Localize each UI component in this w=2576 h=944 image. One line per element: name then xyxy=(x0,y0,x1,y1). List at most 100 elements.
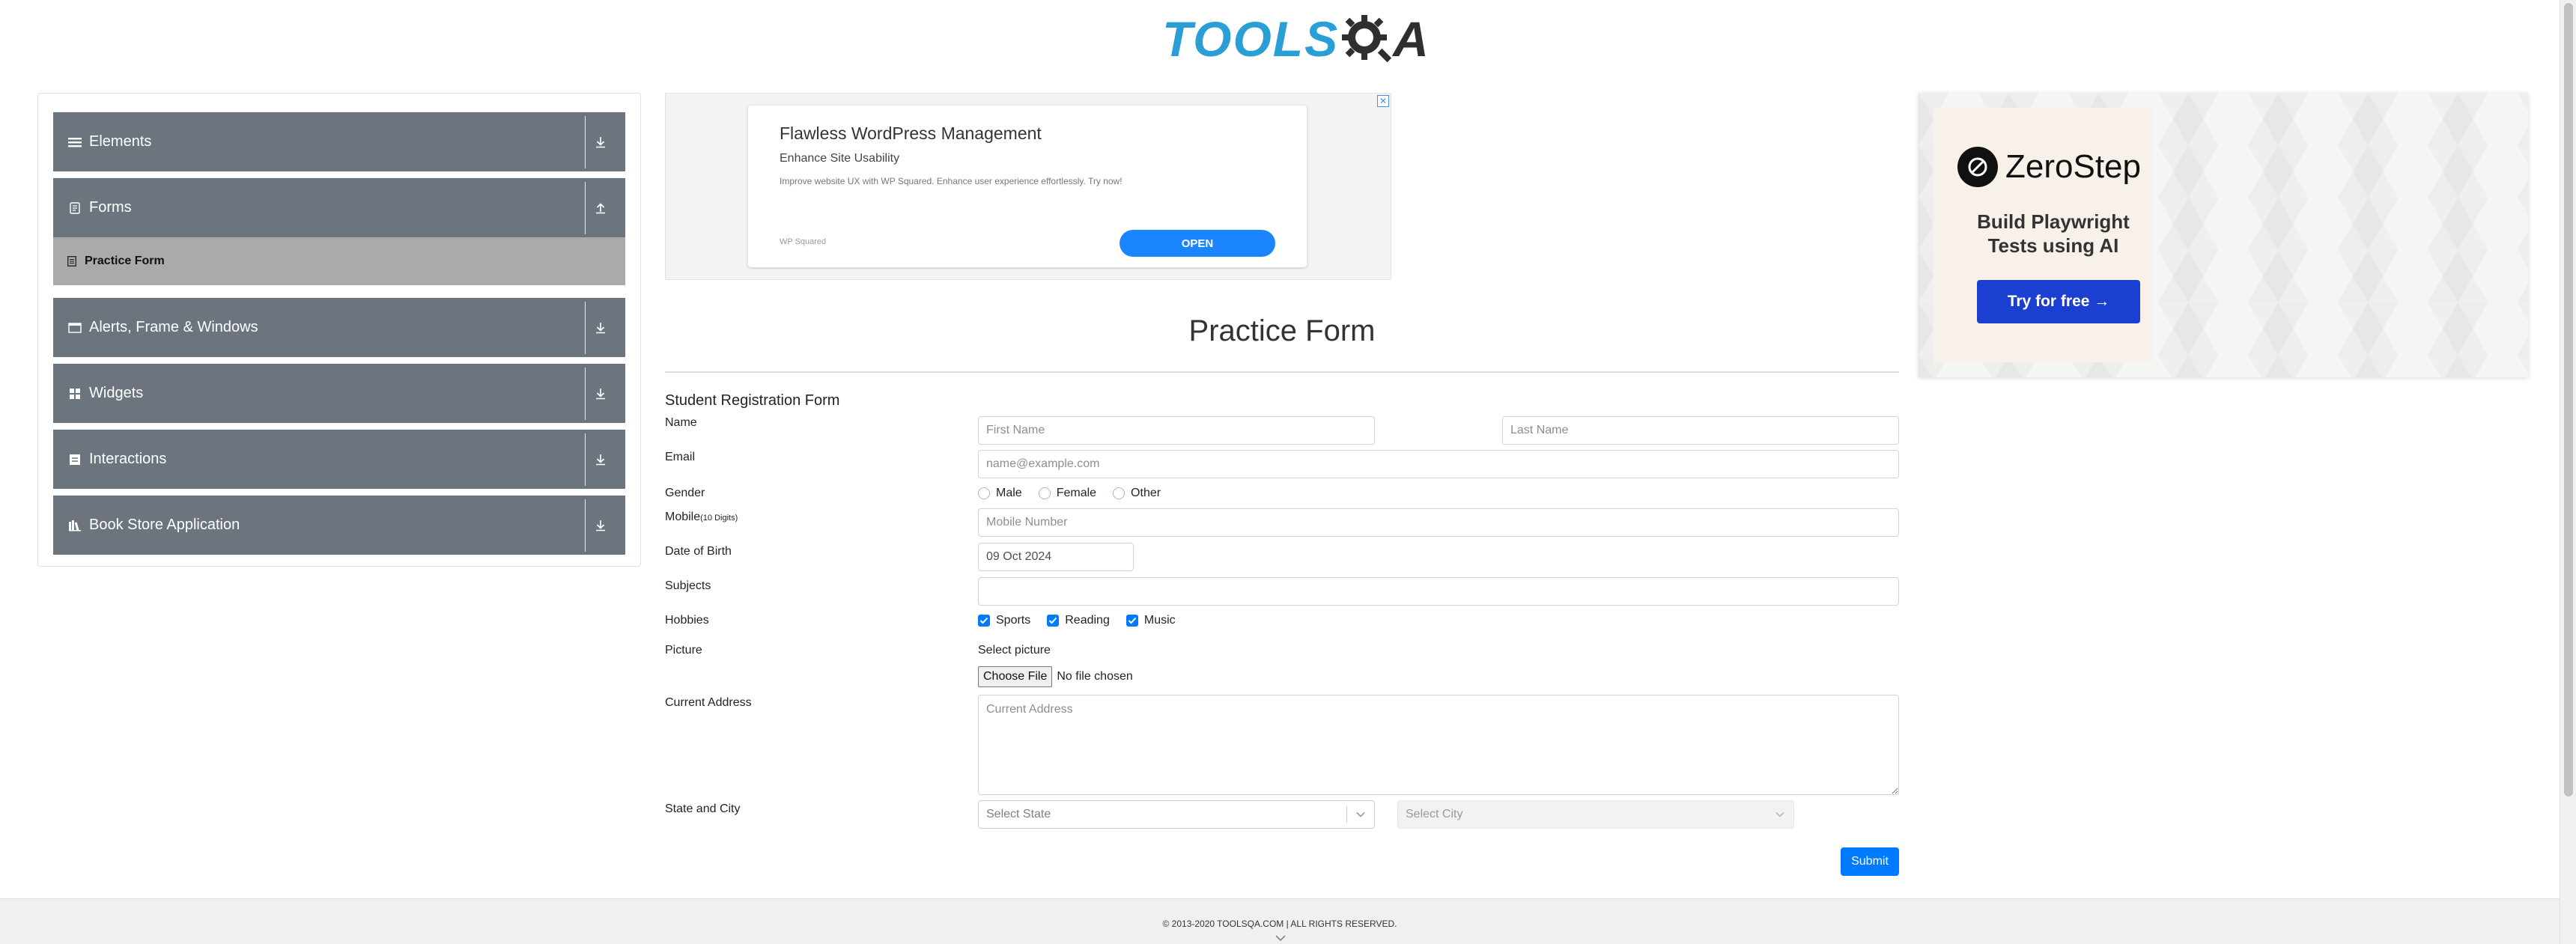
books-icon xyxy=(65,516,85,535)
hobby-checkbox-music[interactable]: Music xyxy=(1126,614,1176,627)
last-name-input[interactable] xyxy=(1502,416,1899,445)
hamburger-icon xyxy=(65,133,85,152)
sidebar-group-forms[interactable]: Forms xyxy=(53,177,625,237)
current-address-textarea[interactable] xyxy=(978,695,1899,795)
footer: © 2013-2020 TOOLSQA.COM | ALL RIGHTS RES… xyxy=(0,898,2560,944)
hobby-checkbox-sports[interactable]: Sports xyxy=(978,614,1030,627)
logo-a-text: A xyxy=(1393,11,1430,67)
list-icon xyxy=(65,255,79,268)
download-arrow-icon[interactable] xyxy=(585,433,615,486)
checkbox-checked[interactable] xyxy=(978,615,990,627)
state-select-placeholder: Select State xyxy=(986,808,1051,820)
gender-radio-other[interactable]: Other xyxy=(1113,487,1161,500)
checkbox-checked[interactable] xyxy=(1047,615,1060,627)
subjects-input[interactable] xyxy=(978,577,1899,606)
radio-label: Male xyxy=(996,487,1022,499)
gender-radio-female[interactable]: Female xyxy=(1038,487,1097,500)
ad-description: Improve website UX with WP Squared. Enha… xyxy=(780,176,1123,186)
title-divider xyxy=(665,371,1899,373)
sidebar-group-alerts-frame-windows[interactable]: Alerts, Frame & Windows xyxy=(53,297,625,357)
download-arrow-icon[interactable] xyxy=(585,301,615,354)
sidebar-group-label: Book Store Application xyxy=(89,517,240,533)
ad-open-button[interactable]: OPEN xyxy=(1120,230,1275,257)
page: TOOLS A Elements Forms Practice Form Ale… xyxy=(0,0,2576,944)
mobile-label: Mobile(10 Digits) xyxy=(665,511,738,524)
current-address-label: Current Address xyxy=(665,696,752,709)
page-title: Practice Form xyxy=(1188,314,1376,347)
center-advertisement[interactable]: ✕ Flawless WordPress Management Enhance … xyxy=(665,93,1391,280)
checkbox-label: Reading xyxy=(1065,614,1110,627)
hobbies-checkbox-group: Sports Reading Music xyxy=(978,614,1192,627)
ad-brand: WP Squared xyxy=(780,237,827,246)
chevron-down-icon[interactable] xyxy=(1767,811,1793,818)
zerostep-logo-icon xyxy=(1957,147,1998,187)
radio-circle[interactable] xyxy=(978,487,990,499)
sidebar-item-practice-form[interactable]: Practice Form xyxy=(53,237,625,285)
gender-radio-group: Male Female Other xyxy=(978,487,1177,500)
box-icon xyxy=(65,450,85,469)
gender-label: Gender xyxy=(665,487,705,499)
zerostep-tagline: Build Playwright Tests using AI xyxy=(1977,210,2130,257)
ad-card[interactable]: Flawless WordPress Management Enhance Si… xyxy=(748,106,1307,267)
download-arrow-icon[interactable] xyxy=(585,499,615,552)
try-for-free-button[interactable]: Try for free → xyxy=(1977,280,2140,323)
sidebar-group-widgets[interactable]: Widgets xyxy=(53,363,625,423)
date-of-birth-label: Date of Birth xyxy=(665,545,732,558)
email-input[interactable] xyxy=(978,450,1899,478)
date-of-birth-input[interactable] xyxy=(978,543,1134,571)
page-scrollbar[interactable] xyxy=(2560,0,2576,944)
gear-magnifier-icon xyxy=(1342,15,1392,63)
email-label: Email xyxy=(665,451,696,463)
city-select[interactable]: Select City xyxy=(1397,800,1794,829)
chevron-down-icon[interactable] xyxy=(1347,811,1374,818)
hobbies-label: Hobbies xyxy=(665,614,709,627)
sidebar-group-label: Interactions xyxy=(89,451,167,467)
name-label: Name xyxy=(665,416,697,429)
sidebar-group-label: Elements xyxy=(89,133,152,150)
footer-copyright: © 2013-2020 TOOLSQA.COM | ALL RIGHTS RES… xyxy=(1162,919,1397,929)
right-advertisement[interactable]: ZeroStep Build Playwright Tests using AI… xyxy=(1919,93,2528,377)
file-upload: Choose File No file chosen xyxy=(978,666,1133,687)
state-select[interactable]: Select State xyxy=(978,800,1375,829)
sidebar-group-label: Forms xyxy=(89,199,132,216)
sidebar-group-book-store-application[interactable]: Book Store Application xyxy=(53,495,625,555)
checkbox-label: Music xyxy=(1143,614,1176,627)
download-arrow-icon[interactable] xyxy=(585,115,615,168)
logo-tools-text: TOOLS xyxy=(1162,11,1340,67)
first-name-input[interactable] xyxy=(978,416,1375,445)
upload-arrow-icon[interactable] xyxy=(585,181,615,234)
hobby-checkbox-reading[interactable]: Reading xyxy=(1047,614,1110,627)
file-status: No file chosen xyxy=(1057,670,1133,683)
submit-button[interactable]: Submit xyxy=(1841,847,1899,876)
state-and-city-label: State and City xyxy=(665,803,741,815)
scrollbar-thumb[interactable] xyxy=(2564,3,2573,797)
window-icon xyxy=(65,318,85,338)
gender-radio-male[interactable]: Male xyxy=(978,487,1022,500)
sidebar-group-elements[interactable]: Elements xyxy=(53,112,625,171)
chevron-down-icon[interactable] xyxy=(1275,934,1287,943)
sidebar-group-interactions[interactable]: Interactions xyxy=(53,429,625,489)
mobile-label-hint: (10 Digits) xyxy=(700,514,738,523)
sidebar-group-label: Widgets xyxy=(89,385,144,401)
subjects-label: Subjects xyxy=(665,579,711,592)
form-heading: Student Registration Form xyxy=(665,392,840,409)
toolsqa-logo[interactable]: TOOLS A xyxy=(1162,10,1430,67)
sidebar-group-label: Alerts, Frame & Windows xyxy=(89,319,258,335)
grid-icon xyxy=(65,384,85,404)
sidebar-item-label: Practice Form xyxy=(85,255,165,267)
zerostep-logo: ZeroStep xyxy=(1957,147,2141,187)
radio-label: Other xyxy=(1131,487,1161,499)
download-arrow-icon[interactable] xyxy=(585,367,615,420)
mobile-label-text: Mobile xyxy=(665,511,701,523)
ad-close-icon[interactable]: ✕ xyxy=(1377,95,1389,107)
document-icon xyxy=(65,198,85,218)
radio-circle[interactable] xyxy=(1038,487,1051,499)
radio-circle[interactable] xyxy=(1113,487,1126,499)
mobile-number-input[interactable] xyxy=(978,508,1899,537)
radio-label: Female xyxy=(1056,487,1097,499)
select-picture-label: Select picture xyxy=(978,644,1051,657)
checkbox-checked[interactable] xyxy=(1126,615,1138,627)
ad-panel: ZeroStep Build Playwright Tests using AI… xyxy=(1933,108,2154,362)
city-select-placeholder: Select City xyxy=(1406,808,1463,820)
choose-file-button[interactable]: Choose File xyxy=(978,666,1053,687)
